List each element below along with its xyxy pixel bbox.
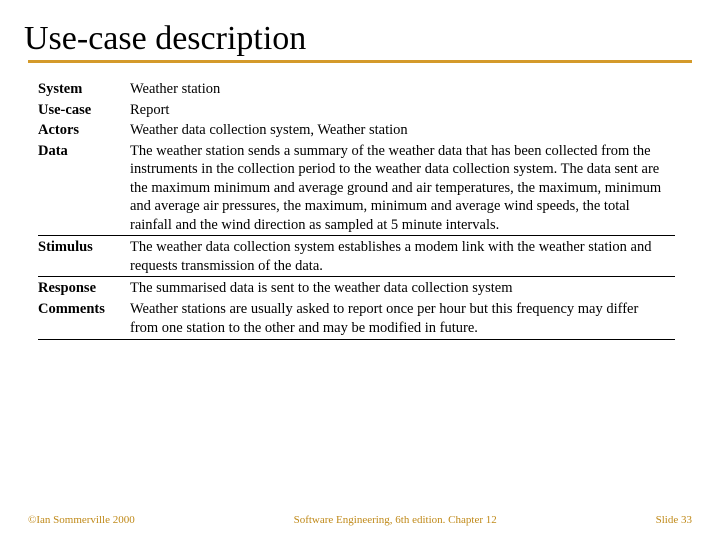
slide-footer: ©Ian Sommerville 2000 Software Engineeri… [0, 514, 720, 526]
value-data: The weather station sends a summary of t… [130, 141, 675, 236]
label-comments: Comments [38, 299, 130, 340]
label-stimulus: Stimulus [38, 236, 130, 277]
row-usecase: Use-case Report [38, 100, 675, 121]
footer-slide-number: Slide 33 [656, 514, 692, 526]
title-rule [28, 60, 692, 63]
label-response: Response [38, 277, 130, 299]
row-actors: Actors Weather data collection system, W… [38, 120, 675, 141]
value-system: Weather station [130, 79, 675, 100]
footer-copyright: ©Ian Sommerville 2000 [28, 514, 135, 526]
value-stimulus: The weather data collection system estab… [130, 236, 675, 277]
row-stimulus: Stimulus The weather data collection sys… [38, 236, 675, 277]
row-system: System Weather station [38, 79, 675, 100]
label-usecase: Use-case [38, 100, 130, 121]
label-actors: Actors [38, 120, 130, 141]
row-response: Response The summarised data is sent to … [38, 277, 675, 299]
usecase-table: System Weather station Use-case Report A… [38, 79, 675, 340]
value-response: The summarised data is sent to the weath… [130, 277, 675, 299]
footer-book: Software Engineering, 6th edition. Chapt… [135, 514, 656, 526]
slide-title: Use-case description [24, 20, 692, 58]
value-actors: Weather data collection system, Weather … [130, 120, 675, 141]
label-data: Data [38, 141, 130, 236]
value-usecase: Report [130, 100, 675, 121]
label-system: System [38, 79, 130, 100]
row-comments: Comments Weather stations are usually as… [38, 299, 675, 340]
row-data: Data The weather station sends a summary… [38, 141, 675, 236]
slide: Use-case description System Weather stat… [0, 0, 720, 340]
value-comments: Weather stations are usually asked to re… [130, 299, 675, 340]
